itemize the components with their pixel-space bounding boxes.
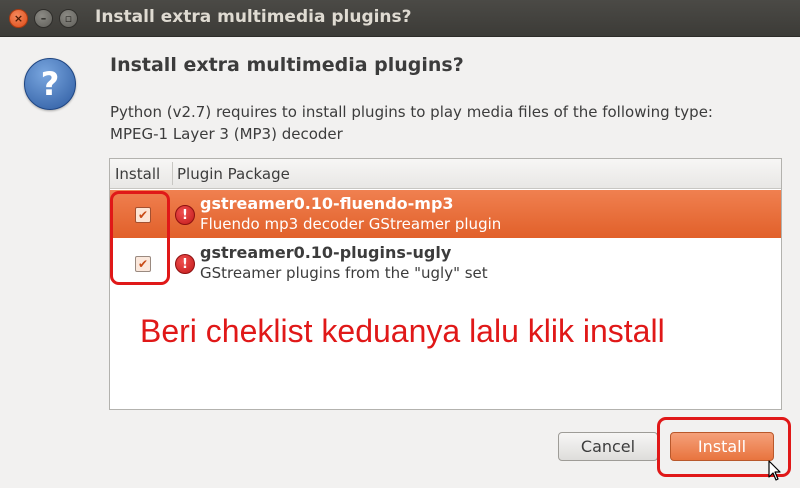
minimize-window-button[interactable]: – [34, 9, 53, 28]
title-bar: × – ▫ Install extra multimedia plugins? [0, 0, 800, 37]
plugin-table: Install Plugin Package ✔ ! gstreamer0.10… [109, 158, 782, 410]
instruction-annotation: Beri cheklist keduanya lalu klik install [140, 313, 665, 349]
table-header: Install Plugin Package [110, 159, 781, 189]
warning-icon: ! [175, 254, 195, 274]
maximize-window-button[interactable]: ▫ [59, 9, 78, 28]
column-header-install[interactable]: Install [115, 165, 160, 183]
plugin-description: GStreamer plugins from the "ugly" set [200, 264, 488, 282]
plugin-name: gstreamer0.10-plugins-ugly [200, 243, 452, 262]
cancel-button[interactable]: Cancel [558, 432, 658, 461]
table-row[interactable]: ✔ ! gstreamer0.10-plugins-ugly GStreamer… [110, 239, 781, 287]
description-line: Python (v2.7) requires to install plugin… [110, 103, 713, 121]
dialog-description: Python (v2.7) requires to install plugin… [110, 101, 790, 145]
warning-icon: ! [175, 205, 195, 225]
column-separator[interactable] [172, 162, 173, 185]
column-header-plugin-package[interactable]: Plugin Package [177, 165, 290, 183]
question-icon: ? [24, 58, 76, 110]
checkbox-highlight-annotation [110, 191, 170, 285]
window-title: Install extra multimedia plugins? [95, 7, 412, 27]
dialog-heading: Install extra multimedia plugins? [110, 54, 464, 76]
plugin-description: Fluendo mp3 decoder GStreamer plugin [200, 215, 502, 233]
description-line: MPEG-1 Layer 3 (MP3) decoder [110, 125, 343, 143]
table-row[interactable]: ✔ ! gstreamer0.10-fluendo-mp3 Fluendo mp… [110, 190, 781, 238]
close-window-button[interactable]: × [9, 9, 28, 28]
mouse-cursor-icon [768, 460, 781, 481]
plugin-name: gstreamer0.10-fluendo-mp3 [200, 194, 454, 213]
